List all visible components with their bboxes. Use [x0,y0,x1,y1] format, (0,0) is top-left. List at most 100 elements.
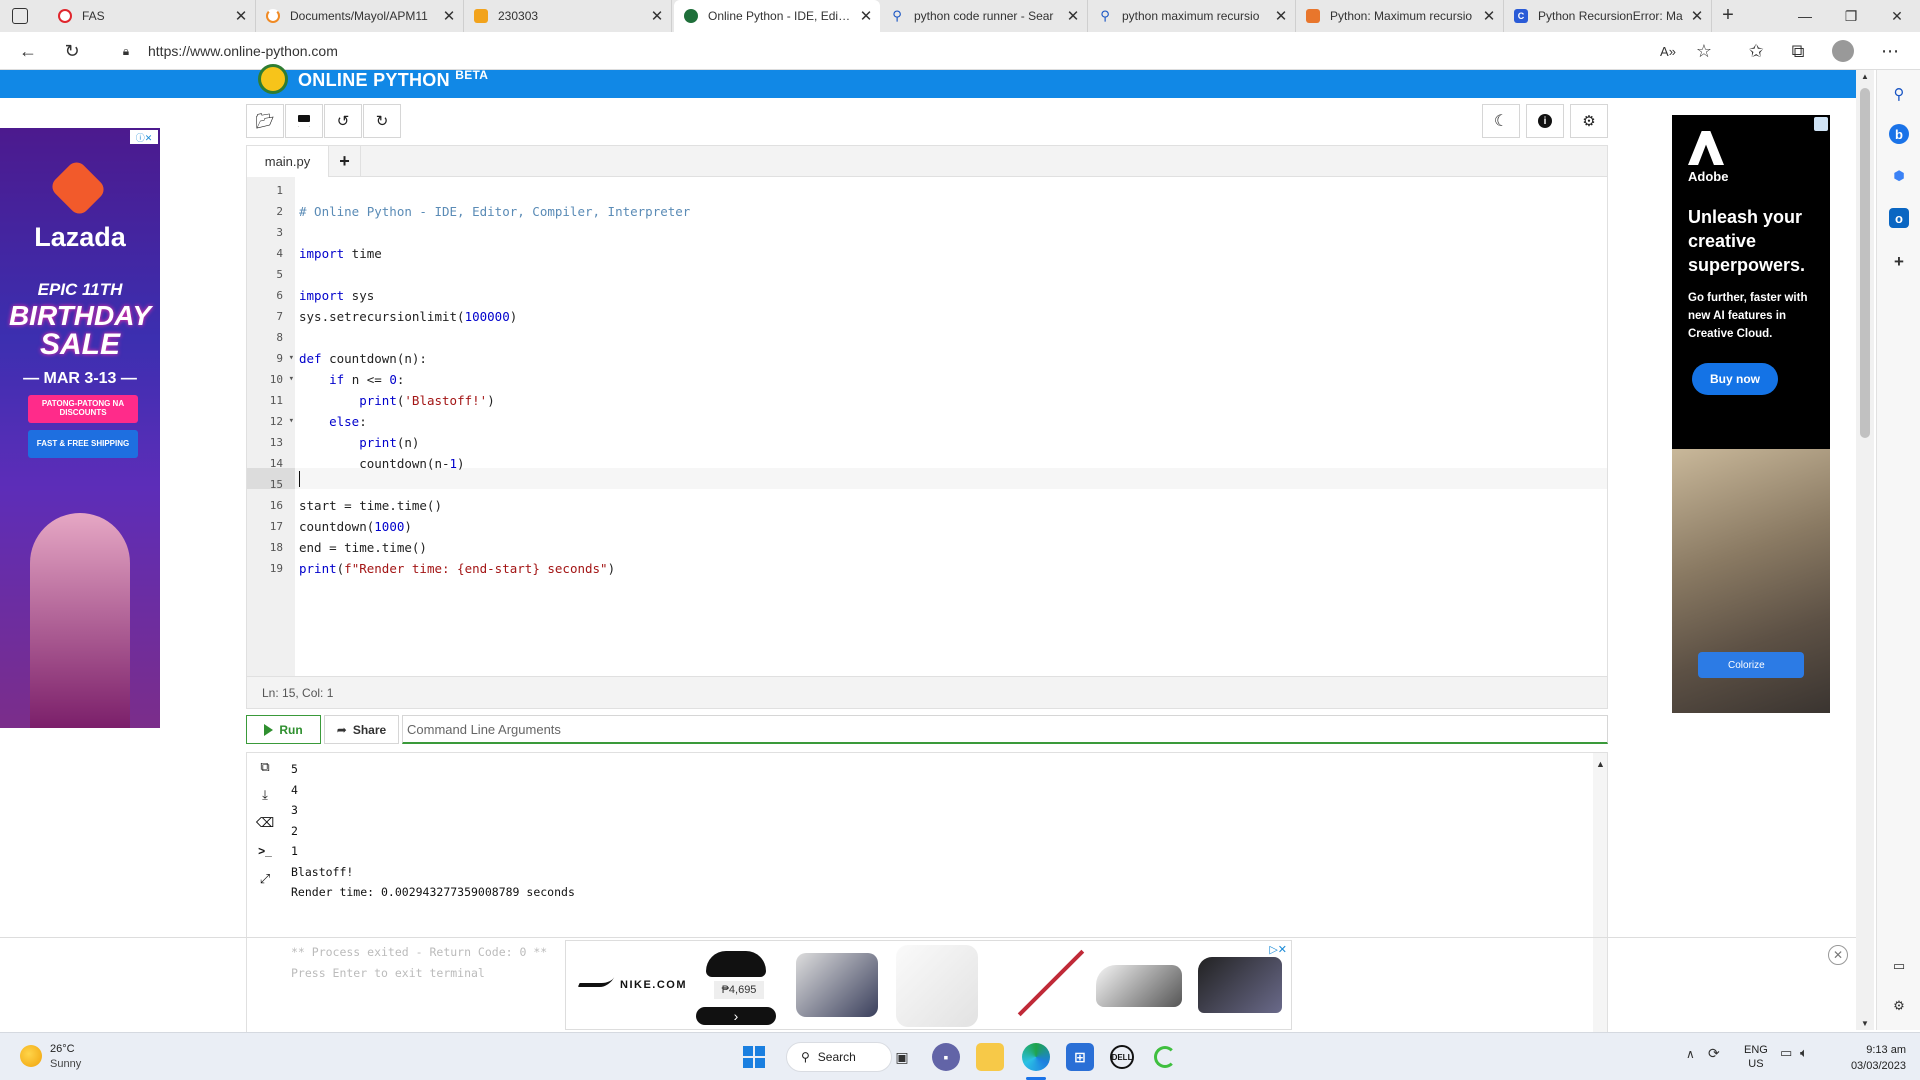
browser-tab[interactable]: ⚲ python maximum recursio ✕ [1088,0,1296,32]
volume-icon[interactable]: 🔈︎ [1800,1045,1808,1061]
microsoft-store-icon[interactable]: ⊞ [1066,1043,1094,1071]
line-number-foldable[interactable]: 10 [247,369,295,390]
close-tab-icon[interactable]: ✕ [1065,7,1081,25]
eraser-icon[interactable]: ⌫ [256,815,274,831]
collections-icon[interactable]: ⧉ [1786,39,1810,63]
close-tab-icon[interactable]: ✕ [441,7,457,25]
clock-time: 9:13 am [1866,1044,1906,1056]
bing-chat-icon[interactable]: b [1889,124,1909,144]
code-line: import time [299,246,382,261]
browser-tab[interactable]: Python: Maximum recursio ✕ [1296,0,1504,32]
favorite-star-icon[interactable]: ☆ [1692,39,1716,63]
url-field[interactable]: https://www.online-python.com [148,43,338,59]
copy-icon[interactable]: ⧉ [257,759,273,775]
share-button[interactable]: ➦ Share [324,715,399,744]
close-tab-icon[interactable]: ✕ [649,7,665,25]
close-tab-icon[interactable]: ✕ [1481,7,1497,25]
adobe-buy-now-button[interactable]: Buy now [1692,363,1778,395]
add-file-button[interactable]: + [329,146,361,177]
browser-tab[interactable]: ⚲ python code runner - Sear ✕ [880,0,1088,32]
online-python-logo[interactable] [258,64,288,94]
new-tab-button[interactable]: + [1716,4,1740,28]
tab-actions-icon[interactable] [12,8,28,24]
close-window-icon[interactable]: ✕ [1874,0,1920,32]
task-view-icon[interactable]: ▣ [888,1043,916,1071]
search-icon[interactable]: ⚲ [1889,84,1909,104]
tools-icon[interactable]: ⬢ [1889,166,1909,186]
ad-choices-icon[interactable]: ⓘ✕ [130,130,158,144]
shoe-image [796,953,878,1017]
refresh-icon[interactable]: ↻ [60,39,84,63]
minimize-icon[interactable]: — [1782,0,1828,32]
sidebar-settings-icon[interactable]: ⚙ [1889,996,1909,1016]
network-icon[interactable]: ▭ [1780,1045,1792,1061]
undo-button[interactable]: ↺ [324,104,362,138]
language-indicator[interactable]: ENG US [1744,1043,1768,1071]
run-button[interactable]: Run [246,715,321,744]
nike-price: ₱4,695 [714,981,764,999]
redo-button[interactable]: ↻ [363,104,401,138]
split-screen-icon[interactable]: ▭ [1889,956,1909,976]
outlook-icon[interactable]: o [1889,208,1909,228]
close-tab-icon[interactable]: ✕ [858,7,874,25]
add-sidebar-app-icon[interactable]: + [1889,252,1909,272]
settings-button[interactable]: ⚙ [1570,104,1608,138]
app-ring-icon[interactable] [1154,1046,1176,1068]
code-editor[interactable]: 1 2 3 4 5 6 7 8 9 10 11 12 13 14 15 16 1… [246,177,1608,677]
code-line: def countdown(n): [299,351,427,366]
lazada-ad[interactable]: ⓘ✕ Lazada EPIC 11TH BIRTHDAY SALE — MAR … [0,128,160,728]
ad-choices-icon[interactable] [1814,117,1828,131]
teams-chat-icon[interactable]: ▪ [932,1043,960,1071]
profile-avatar[interactable] [1832,40,1854,62]
line-number-foldable[interactable]: 12 [247,411,295,432]
next-arrow-icon[interactable]: › [696,1007,776,1025]
file-tab-main[interactable]: main.py [247,146,329,177]
favorites-icon[interactable]: ✩ [1744,39,1768,63]
colorize-toggle[interactable]: Colorize [1698,652,1804,678]
browser-tab[interactable]: FAS ✕ [48,0,256,32]
lock-icon[interactable]: 🔒︎ [114,39,138,63]
edge-browser-icon[interactable] [1022,1043,1050,1071]
ad-choices-icon[interactable]: ▷✕ [1269,943,1287,956]
nike-ad[interactable]: NIKE.COM ₱4,695 › ▷✕ [565,940,1292,1030]
info-button[interactable]: i [1526,104,1564,138]
taskbar-search[interactable]: ⚲ Search [786,1042,892,1072]
browser-tab[interactable]: Documents/Mayol/APM11 ✕ [256,0,464,32]
close-tab-icon[interactable]: ✕ [1689,7,1705,25]
back-icon[interactable]: ← [16,39,40,63]
site-brand[interactable]: ONLINE PYTHON BETA [298,68,488,91]
browser-tab[interactable]: 230303 ✕ [464,0,672,32]
clock[interactable]: 9:13 am 03/03/2023 [1834,1042,1906,1074]
command-line-arguments-input[interactable]: Command Line Arguments [402,715,1608,744]
nike-product-tile[interactable]: ₱4,695 › [696,947,776,1025]
adobe-subtext: Go further, faster with new AI features … [1688,292,1808,340]
lazada-shipping-chip: FAST & FREE SHIPPING [28,430,138,458]
expand-icon[interactable]: ⤢ [257,871,273,887]
page-scrollbar[interactable]: ▲ ▼ [1856,70,1874,1030]
weather-sun-icon[interactable] [20,1045,42,1067]
tray-chevron-icon[interactable]: ∧ [1686,1047,1695,1061]
browser-tab-active[interactable]: Online Python - IDE, Editor ✕ [674,0,880,32]
scrollbar-thumb[interactable] [1860,88,1870,438]
close-ad-icon[interactable]: ✕ [1828,945,1848,965]
adobe-ad[interactable]: Adobe Unleash your creative superpowers.… [1672,115,1830,713]
onedrive-sync-icon[interactable]: ⟳ [1708,1045,1720,1062]
dell-icon[interactable]: DELL [1110,1045,1134,1069]
close-tab-icon[interactable]: ✕ [1273,7,1289,25]
file-explorer-icon[interactable] [976,1043,1004,1071]
download-icon[interactable]: ⤓ [257,787,273,803]
read-aloud-icon[interactable]: A» [1656,39,1680,63]
more-menu-icon[interactable]: ⋯ [1878,39,1902,63]
line-number-foldable[interactable]: 9 [247,348,295,369]
windows-start-icon[interactable] [740,1043,768,1071]
save-button[interactable] [285,104,323,138]
dark-mode-button[interactable]: ☾ [1482,104,1520,138]
tab-title: Python RecursionError: Ma [1538,9,1683,23]
open-file-button[interactable]: 📂︎ [246,104,284,138]
code-line: countdown(n-1) [299,456,465,471]
terminal-prompt-icon[interactable]: >_ [257,843,273,859]
close-tab-icon[interactable]: ✕ [233,7,249,25]
tab-title: FAS [82,9,105,23]
browser-tab[interactable]: C Python RecursionError: Ma ✕ [1504,0,1712,32]
restore-icon[interactable]: ❐ [1828,0,1874,32]
